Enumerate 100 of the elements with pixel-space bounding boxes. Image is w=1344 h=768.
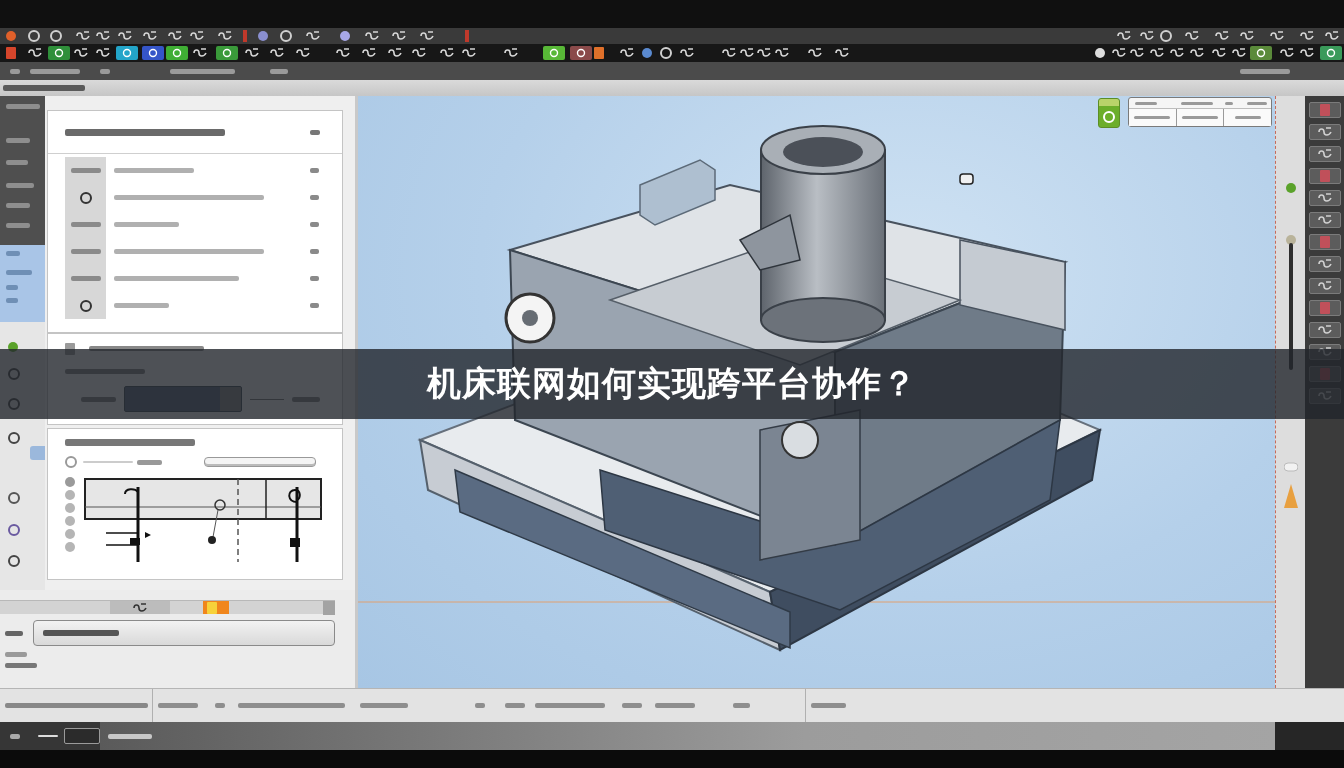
- tile-icon[interactable]: [216, 46, 238, 60]
- text-line-drawing: [811, 703, 846, 708]
- dot-icon[interactable]: [1285, 183, 1296, 193]
- tool-button[interactable]: [1308, 146, 1341, 162]
- text-line-drawing: [535, 703, 605, 708]
- input-field[interactable]: [64, 728, 100, 744]
- tool-button[interactable]: [1308, 322, 1341, 338]
- squiggle-icon: [1317, 127, 1332, 137]
- text-line-drawing: [70, 222, 101, 227]
- square-icon: [207, 601, 217, 614]
- text-line-drawing: [38, 735, 58, 737]
- square-icon: [1319, 302, 1330, 314]
- text-line-drawing: [114, 222, 179, 227]
- tool-button[interactable]: [1308, 278, 1341, 294]
- text-line-drawing: [114, 303, 169, 308]
- dot-icon[interactable]: [258, 31, 268, 41]
- text-line-drawing: [6, 223, 30, 228]
- tile-icon[interactable]: [48, 46, 70, 60]
- dot-icon[interactable]: [642, 48, 652, 58]
- squiggle-icon: [1317, 281, 1332, 291]
- input-field[interactable]: [33, 620, 335, 646]
- text-line-drawing: [70, 276, 101, 281]
- ring-icon[interactable]: [8, 432, 20, 444]
- text-line-drawing: [5, 663, 37, 668]
- text-line-drawing: [310, 129, 320, 135]
- tile-icon[interactable]: [142, 46, 164, 60]
- text-line-drawing: [158, 703, 198, 708]
- view-tab[interactable]: [1224, 109, 1271, 126]
- text-line-drawing: [83, 461, 133, 463]
- squiggle-icon: [1317, 193, 1332, 203]
- text-line-drawing: [170, 68, 235, 74]
- tile-icon[interactable]: [570, 46, 592, 60]
- text-line-drawing: [70, 168, 101, 173]
- tool-button[interactable]: [1308, 256, 1341, 272]
- tile-icon[interactable]: [1320, 46, 1342, 60]
- ring-icon[interactable]: [8, 492, 20, 504]
- text-line-drawing: [310, 276, 319, 281]
- text-line-drawing: [622, 703, 642, 708]
- marker-icon[interactable]: [243, 30, 247, 42]
- text-line-drawing: [1135, 101, 1157, 105]
- ring-icon: [65, 456, 77, 468]
- dot-icon: [65, 477, 75, 487]
- text-line-drawing: [1247, 101, 1267, 105]
- tile-icon[interactable]: [1250, 46, 1272, 60]
- tile-icon[interactable]: [543, 46, 565, 60]
- text-line-drawing: [655, 703, 695, 708]
- text-line-drawing: [100, 68, 110, 74]
- text-line-drawing: [10, 68, 20, 74]
- squiggle-icon: [1317, 149, 1332, 159]
- dot-icon: [65, 542, 75, 552]
- dot-icon[interactable]: [340, 31, 350, 41]
- text-line-drawing: [1225, 101, 1233, 105]
- text-line-drawing: [475, 703, 485, 708]
- text-line-drawing: [6, 251, 20, 256]
- square-icon: [1319, 104, 1330, 116]
- banner-title: 机床联网如何实现跨平台协作？: [427, 362, 917, 405]
- text-line-drawing: [310, 195, 319, 200]
- text-line-drawing: [310, 222, 319, 227]
- tool-button[interactable]: [1308, 124, 1341, 140]
- text-line-drawing: [6, 203, 30, 208]
- dot-icon[interactable]: [1095, 48, 1105, 58]
- dot-icon: [65, 503, 75, 513]
- marker-icon[interactable]: [465, 30, 469, 42]
- view-tab[interactable]: [1176, 109, 1225, 126]
- text-line-drawing: [6, 270, 32, 275]
- ring-icon: [79, 191, 92, 204]
- text-line-drawing: [310, 303, 319, 308]
- tile-icon[interactable]: [116, 46, 138, 60]
- square-icon: [1319, 170, 1330, 182]
- bottom-right-bar: [1275, 722, 1344, 750]
- text-line-drawing: [1240, 68, 1290, 74]
- square-icon: [1319, 236, 1330, 248]
- text-line-drawing: [108, 733, 152, 739]
- text-line-drawing: [10, 733, 20, 739]
- dot-icon[interactable]: [6, 31, 16, 41]
- text-line-drawing: [270, 68, 288, 74]
- dot-icon: [65, 529, 75, 539]
- tile-icon[interactable]: [166, 46, 188, 60]
- text-line-drawing: [70, 249, 101, 254]
- dot-icon: [65, 516, 75, 526]
- text-line-drawing: [360, 703, 408, 708]
- dot-icon: [65, 490, 75, 500]
- rounded-square-icon[interactable]: [959, 173, 974, 185]
- squiggle-icon: [1317, 325, 1332, 335]
- navigation-button[interactable]: [1098, 98, 1120, 128]
- 3d-viewport[interactable]: [358, 96, 1275, 688]
- cone-icon: [1283, 484, 1298, 508]
- view-tab[interactable]: [1129, 109, 1177, 126]
- tool-button[interactable]: [1308, 212, 1341, 228]
- text-line-drawing: [5, 652, 27, 657]
- text-line-drawing: [310, 168, 319, 173]
- input-field[interactable]: [204, 457, 316, 467]
- text-line-drawing: [137, 459, 162, 465]
- text-line-drawing: [215, 703, 225, 708]
- text-line-drawing: [733, 703, 750, 708]
- ring-icon[interactable]: [8, 555, 20, 567]
- text-line-drawing: [6, 183, 34, 188]
- text-line-drawing: [505, 703, 525, 708]
- tool-button[interactable]: [1308, 190, 1341, 206]
- squiggle-icon[interactable]: [133, 602, 147, 613]
